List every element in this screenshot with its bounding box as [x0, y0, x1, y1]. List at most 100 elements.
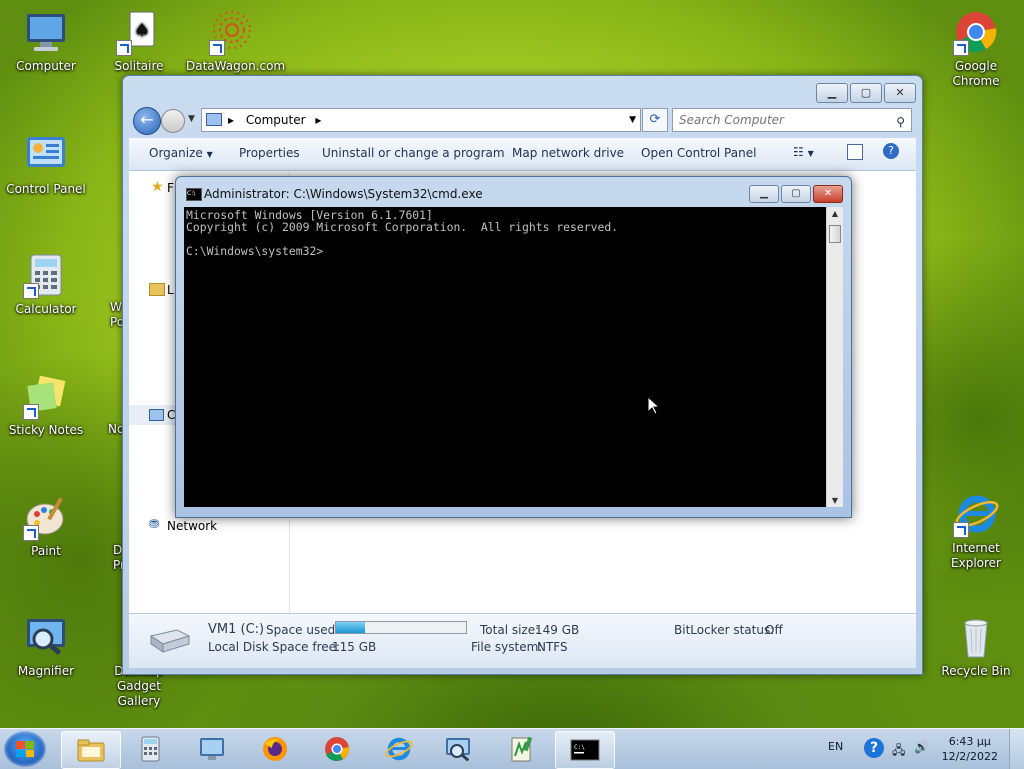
- network-icon: ⛃: [149, 517, 160, 531]
- shortcut-arrow-icon: [116, 40, 132, 56]
- notepad-icon: [506, 736, 534, 762]
- properties-button[interactable]: Properties: [239, 146, 300, 160]
- help-icon[interactable]: ?: [883, 143, 899, 159]
- cmd-close-button[interactable]: ✕: [813, 185, 843, 203]
- refresh-button[interactable]: ⟳: [642, 108, 668, 132]
- maximize-button[interactable]: ▢: [850, 83, 882, 103]
- taskbar-internet-explorer[interactable]: [370, 731, 428, 767]
- details-pane: VM1 (C:) Local Disk Space used: Space fr…: [129, 613, 916, 668]
- nav-libraries-partial[interactable]: L: [167, 283, 174, 297]
- desktop-icon-magnifier[interactable]: Magnifier: [0, 615, 92, 679]
- back-button[interactable]: ←: [133, 107, 161, 135]
- desktop-icon-label: Google Chrome: [952, 59, 1000, 88]
- preview-pane-icon[interactable]: [847, 144, 863, 160]
- space-used-bar: [335, 621, 467, 634]
- volume-icon[interactable]: 🔊: [914, 740, 929, 754]
- desktop-icon-calculator[interactable]: Calculator: [0, 253, 92, 317]
- cmd-maximize-button[interactable]: ▢: [781, 185, 811, 203]
- help-icon[interactable]: ?: [864, 738, 884, 758]
- desktop-icon-label: Magnifier: [17, 664, 75, 678]
- desktop-icon-control-panel[interactable]: Control Panel: [0, 133, 92, 197]
- folder-icon: [76, 737, 105, 763]
- recent-pages-dropdown[interactable]: ▼: [188, 114, 195, 124]
- map-network-drive-button[interactable]: Map network drive: [512, 146, 624, 160]
- close-button[interactable]: ✕: [884, 83, 916, 103]
- breadcrumb-computer[interactable]: Computer: [246, 113, 306, 127]
- desktop-icon-datawagon[interactable]: DataWagon.com: [186, 10, 286, 74]
- svg-text:C:\: C:\: [574, 744, 585, 751]
- open-control-panel-button[interactable]: Open Control Panel: [641, 146, 756, 160]
- uninstall-program-button[interactable]: Uninstall or change a program: [322, 146, 505, 160]
- scroll-down-icon[interactable]: ▼: [827, 496, 843, 505]
- command-bar: Organize ▼ Properties Uninstall or chang…: [129, 138, 916, 171]
- taskbar-remote-desktop[interactable]: [184, 731, 242, 767]
- nav-network[interactable]: Network: [167, 519, 217, 533]
- favorites-star-icon: ★: [151, 179, 164, 195]
- cmd-icon: C:\: [570, 737, 600, 763]
- cmd-console[interactable]: Microsoft Windows [Version 6.1.7601] Copy…: [184, 207, 826, 507]
- window-controls: ▁ ▢ ✕: [816, 83, 916, 103]
- cmd-minimize-button[interactable]: ▁: [749, 185, 779, 203]
- desktop-icon-internet-explorer[interactable]: Internet Explorer: [930, 492, 1022, 571]
- space-used-fill: [336, 622, 365, 633]
- taskbar-chrome[interactable]: [308, 731, 366, 767]
- scroll-up-icon[interactable]: ▲: [827, 209, 843, 218]
- desktop-icon-paint[interactable]: Paint: [0, 495, 92, 559]
- file-system-label: File system:: [471, 640, 543, 654]
- desktop-icon-solitaire[interactable]: ♠ Solitaire: [93, 10, 185, 74]
- shortcut-arrow-icon: [953, 40, 969, 56]
- view-options-icon[interactable]: ☷ ▼: [793, 145, 814, 159]
- datawagon-icon: [209, 10, 255, 56]
- mouse-cursor-icon: [647, 396, 661, 415]
- computer-icon: [149, 409, 164, 421]
- forward-button[interactable]: [161, 109, 185, 133]
- space-free-label: Space free:: [272, 640, 341, 654]
- bitlocker-label: BitLocker status:: [674, 623, 775, 637]
- clock[interactable]: 6:43 μμ 12/2/2022: [942, 734, 998, 764]
- taskbar-calculator[interactable]: [121, 731, 179, 767]
- computer-icon: [206, 113, 222, 126]
- desktop-icon-computer[interactable]: Computer: [0, 10, 92, 74]
- desktop-icon-label: Sticky Notes: [8, 423, 84, 437]
- shortcut-arrow-icon: [953, 522, 969, 538]
- cmd-scrollbar[interactable]: ▲ ▼: [826, 207, 843, 507]
- desktop-icon-label: DataWagon.com: [186, 59, 286, 73]
- language-indicator[interactable]: EN: [828, 740, 843, 753]
- cmd-window-controls: ▁ ▢ ✕: [749, 185, 843, 203]
- show-desktop-button[interactable]: [1009, 729, 1024, 769]
- svg-text:♠: ♠: [134, 20, 150, 41]
- taskbar-magnifier[interactable]: [430, 731, 488, 767]
- system-tray: EN ? 🖧 🔊 6:43 μμ 12/2/2022: [814, 729, 1024, 769]
- organize-label: Organize: [149, 146, 203, 160]
- windows-logo-icon: [16, 741, 34, 757]
- scroll-thumb[interactable]: [829, 225, 841, 243]
- search-icon[interactable]: ⚲: [896, 111, 905, 133]
- taskbar-explorer[interactable]: [61, 731, 121, 769]
- paint-icon: [23, 495, 69, 541]
- magnifier-icon: [444, 736, 472, 762]
- cmd-window[interactable]: C:\ Administrator: C:\Windows\System32\c…: [175, 176, 852, 518]
- network-tray-icon[interactable]: 🖧: [892, 741, 905, 762]
- address-bar[interactable]: ▸ Computer ▸ ▼: [201, 108, 641, 132]
- desktop-icon-recycle-bin[interactable]: Recycle Bin: [930, 615, 1022, 679]
- desktop-icon-google-chrome[interactable]: Google Chrome: [930, 10, 1022, 89]
- chevron-right-icon[interactable]: ▸: [315, 113, 321, 127]
- nav-favorites-partial[interactable]: F: [167, 181, 174, 195]
- taskbar-notepad-plus[interactable]: [492, 731, 550, 767]
- search-box[interactable]: ⚲: [672, 108, 912, 132]
- internet-explorer-icon: [953, 492, 999, 538]
- desktop-icon-label: Calculator: [15, 302, 77, 316]
- organize-menu[interactable]: Organize ▼: [149, 146, 213, 160]
- desktop-icon-sticky-notes[interactable]: Sticky Notes: [0, 374, 92, 438]
- shortcut-arrow-icon: [23, 404, 39, 420]
- minimize-button[interactable]: ▁: [816, 83, 848, 103]
- taskbar-firefox[interactable]: [246, 731, 304, 767]
- shortcut-arrow-icon: [23, 525, 39, 541]
- search-input[interactable]: [673, 112, 881, 128]
- address-dropdown-icon[interactable]: ▼: [629, 109, 636, 131]
- chrome-icon: [953, 10, 999, 56]
- start-button[interactable]: [4, 731, 46, 767]
- cmd-app-icon: C:\: [186, 188, 202, 201]
- shortcut-arrow-icon: [23, 283, 39, 299]
- taskbar-cmd[interactable]: C:\: [555, 731, 615, 769]
